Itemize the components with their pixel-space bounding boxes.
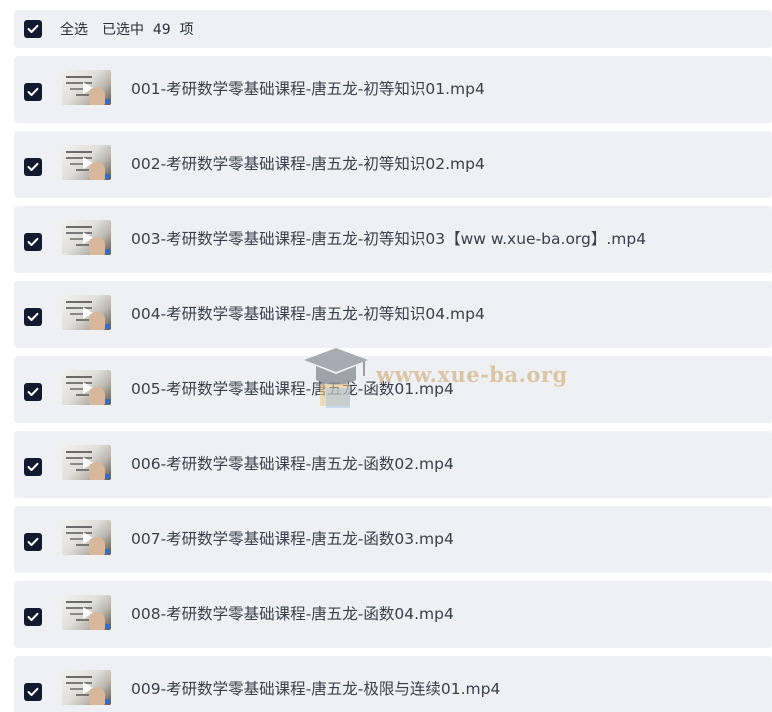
checkmark-icon — [27, 87, 39, 96]
checkmark-icon — [27, 537, 39, 546]
video-thumbnail[interactable] — [62, 220, 111, 255]
play-icon — [82, 531, 93, 544]
file-name[interactable]: 001-考研数学零基础课程-唐五龙-初等知识01.mp4 — [131, 77, 485, 99]
file-name[interactable]: 002-考研数学零基础课程-唐五龙-初等知识02.mp4 — [131, 152, 485, 174]
file-row[interactable]: 005-考研数学零基础课程-唐五龙-函数01.mp4 — [14, 356, 772, 423]
whiteboard-writing — [66, 76, 92, 78]
video-badge-icon — [105, 99, 110, 104]
play-icon — [82, 81, 93, 94]
file-checkbox[interactable] — [24, 232, 42, 251]
file-name[interactable]: 009-考研数学零基础课程-唐五龙-极限与连续01.mp4 — [131, 677, 500, 699]
video-thumbnail[interactable] — [62, 145, 111, 180]
file-list-page: 全选 已选中 49 项 001-考研数学零基础课程-唐五龙-初等知识01.mp4… — [0, 0, 772, 712]
play-icon — [82, 156, 93, 169]
file-checkbox[interactable] — [24, 532, 42, 551]
play-icon — [82, 681, 93, 694]
checkmark-icon — [27, 312, 39, 321]
whiteboard-writing — [66, 676, 92, 678]
video-thumbnail[interactable] — [62, 295, 111, 330]
file-checkbox[interactable] — [24, 682, 42, 701]
video-badge-icon — [105, 249, 110, 254]
whiteboard-writing — [66, 226, 92, 228]
file-checkbox[interactable] — [24, 82, 42, 101]
file-checkbox[interactable] — [24, 382, 42, 401]
video-thumbnail[interactable] — [62, 595, 111, 630]
video-badge-icon — [105, 699, 110, 704]
video-badge-icon — [105, 624, 110, 629]
video-badge-icon — [105, 399, 110, 404]
file-checkbox[interactable] — [24, 457, 42, 476]
video-thumbnail[interactable] — [62, 520, 111, 555]
video-badge-icon — [105, 174, 110, 179]
select-all-bar: 全选 已选中 49 项 — [14, 10, 772, 48]
whiteboard-writing — [66, 601, 92, 603]
file-name[interactable]: 003-考研数学零基础课程-唐五龙-初等知识03【ww w.xue-ba.org… — [131, 227, 646, 249]
file-row[interactable]: 004-考研数学零基础课程-唐五龙-初等知识04.mp4 — [14, 281, 772, 348]
file-name[interactable]: 004-考研数学零基础课程-唐五龙-初等知识04.mp4 — [131, 302, 485, 324]
file-name[interactable]: 007-考研数学零基础课程-唐五龙-函数03.mp4 — [131, 527, 454, 549]
file-row[interactable]: 007-考研数学零基础课程-唐五龙-函数03.mp4 — [14, 506, 772, 573]
file-checkbox[interactable] — [24, 157, 42, 176]
play-icon — [82, 456, 93, 469]
whiteboard-writing — [66, 526, 92, 528]
file-row[interactable]: 001-考研数学零基础课程-唐五龙-初等知识01.mp4 — [14, 56, 772, 123]
file-row[interactable]: 008-考研数学零基础课程-唐五龙-函数04.mp4 — [14, 581, 772, 648]
video-thumbnail[interactable] — [62, 445, 111, 480]
play-icon — [82, 606, 93, 619]
checkmark-icon — [27, 162, 39, 171]
file-row[interactable]: 006-考研数学零基础课程-唐五龙-函数02.mp4 — [14, 431, 772, 498]
file-name[interactable]: 006-考研数学零基础课程-唐五龙-函数02.mp4 — [131, 452, 454, 474]
whiteboard-writing — [66, 301, 92, 303]
whiteboard-writing — [66, 376, 92, 378]
video-thumbnail[interactable] — [62, 70, 111, 105]
video-badge-icon — [105, 324, 110, 329]
whiteboard-writing — [66, 451, 92, 453]
checkmark-icon — [27, 612, 39, 621]
checkmark-icon — [27, 687, 39, 696]
checkmark-icon — [27, 24, 39, 33]
file-name[interactable]: 008-考研数学零基础课程-唐五龙-函数04.mp4 — [131, 602, 454, 624]
file-row[interactable]: 002-考研数学零基础课程-唐五龙-初等知识02.mp4 — [14, 131, 772, 198]
selected-count-text: 已选中 49 项 — [102, 22, 194, 38]
video-badge-icon — [105, 549, 110, 554]
file-checkbox[interactable] — [24, 607, 42, 626]
file-name[interactable]: 005-考研数学零基础课程-唐五龙-函数01.mp4 — [131, 377, 454, 399]
play-icon — [82, 306, 93, 319]
checkmark-icon — [27, 237, 39, 246]
file-checkbox[interactable] — [24, 307, 42, 326]
video-thumbnail[interactable] — [62, 670, 111, 705]
file-row[interactable]: 003-考研数学零基础课程-唐五龙-初等知识03【ww w.xue-ba.org… — [14, 206, 772, 273]
play-icon — [82, 381, 93, 394]
select-all-checkbox[interactable] — [24, 20, 42, 38]
file-row[interactable]: 009-考研数学零基础课程-唐五龙-极限与连续01.mp4 — [14, 656, 772, 712]
whiteboard-writing — [66, 151, 92, 153]
checkmark-icon — [27, 387, 39, 396]
checkmark-icon — [27, 462, 39, 471]
video-thumbnail[interactable] — [62, 370, 111, 405]
video-badge-icon — [105, 474, 110, 479]
file-list: 001-考研数学零基础课程-唐五龙-初等知识01.mp4 002-考研数学零基础课… — [14, 56, 772, 712]
select-all-label[interactable]: 全选 — [60, 19, 88, 39]
play-icon — [82, 231, 93, 244]
